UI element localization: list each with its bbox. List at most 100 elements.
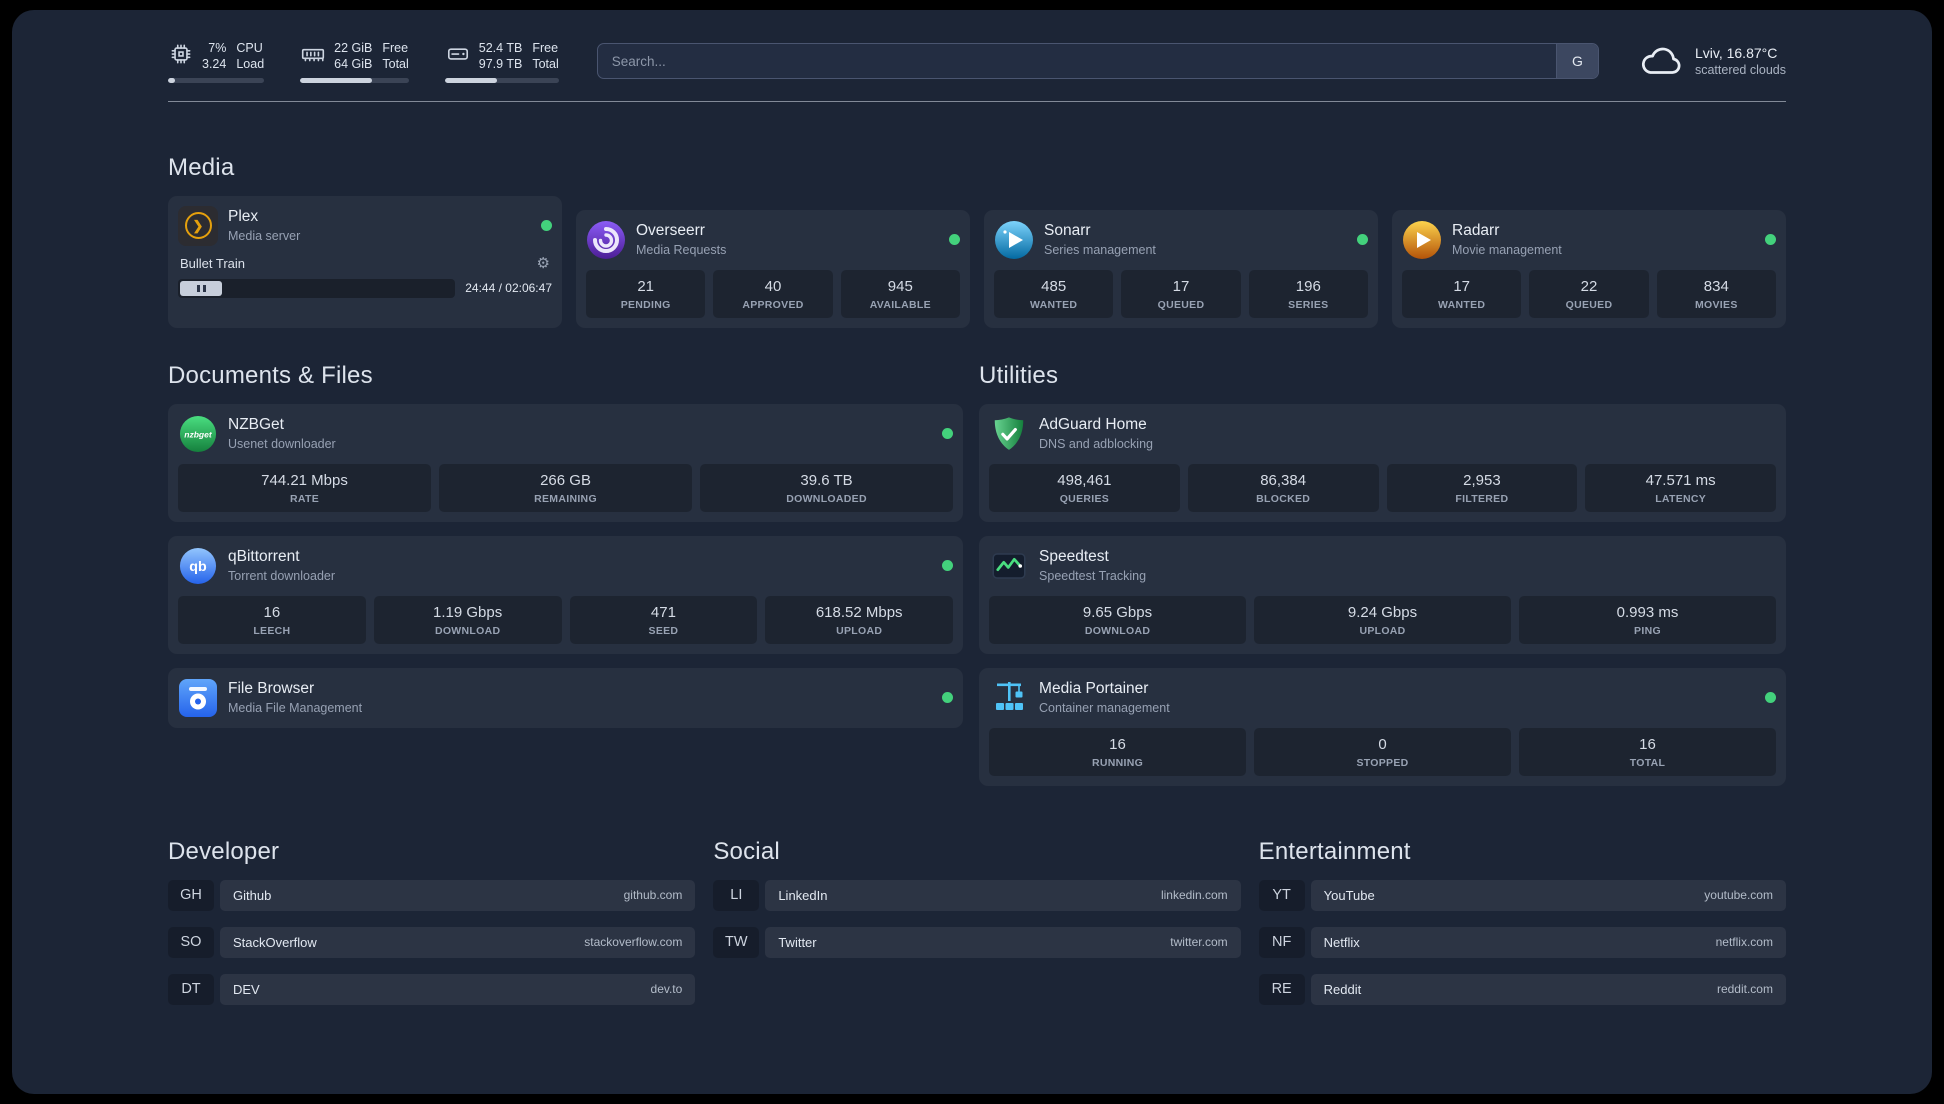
stat: 2,953 FILTERED	[1386, 463, 1578, 512]
service-name: Sonarr	[1044, 222, 1091, 239]
stat-label: MOVIES	[1694, 298, 1738, 311]
stat-value: 16	[1109, 735, 1126, 753]
utilities-section-title: Utilities	[979, 361, 1059, 389]
stat-label: PING	[1634, 624, 1661, 637]
memory-free-label: Free	[382, 41, 409, 55]
stat: 498,461 QUERIES	[989, 463, 1180, 512]
stat: 9.65 Gbps DOWNLOAD	[989, 595, 1247, 644]
bookmark-link-reddit[interactable]: Reddit reddit.com	[1310, 973, 1786, 1005]
stat-value: 39.6 TB	[800, 471, 853, 489]
stat-label: TOTAL	[1629, 756, 1666, 769]
speedtest-card[interactable]: Speedtest Speedtest Tracking 9.65 Gbps D…	[979, 535, 1786, 654]
stat-value: 945	[887, 277, 913, 295]
stat-label: LATENCY	[1655, 492, 1707, 505]
stat-value: 1.19 Gbps	[433, 603, 503, 621]
stat: 40 APPROVED	[713, 269, 833, 318]
stat-value: 22	[1580, 277, 1598, 295]
pause-button[interactable]	[180, 280, 222, 296]
portainer-icon	[989, 678, 1029, 718]
service-desc: Media File Management	[228, 701, 363, 715]
adguard-card[interactable]: AdGuard Home DNS and adblocking 498,461 …	[979, 403, 1786, 522]
memory-icon	[302, 48, 325, 62]
bookmark-link-youtube[interactable]: YouTube youtube.com	[1310, 879, 1786, 911]
sonarr-card[interactable]: Sonarr Series management 485 WANTED 17 Q…	[984, 209, 1378, 328]
bookmark-abbr: RE	[1258, 973, 1305, 1005]
bookmark-name: Twitter	[778, 934, 817, 950]
filebrowser-card[interactable]: File Browser Media File Management	[168, 667, 964, 728]
bookmark-row: TW Twitter twitter.com	[713, 926, 1241, 958]
section-utilities: Utilities AdGuard Home DNS and adblockin…	[979, 362, 1786, 786]
bookmark-url: dev.to	[650, 982, 683, 996]
service-desc: Media server	[228, 229, 301, 243]
qbittorrent-card[interactable]: qb qBittorrent Torrent downloader 16 LEE…	[168, 535, 964, 654]
stat: 945 AVAILABLE	[840, 269, 960, 318]
playback-progress-bar[interactable]	[178, 278, 456, 298]
status-dot	[541, 220, 552, 231]
bookmark-link-github[interactable]: Github github.com	[220, 879, 696, 911]
playback-time: 24:44 / 02:06:47	[465, 281, 552, 295]
bookmark-link-netflix[interactable]: Netflix netflix.com	[1310, 926, 1786, 958]
bookmark-link-dev[interactable]: DEV dev.to	[220, 973, 696, 1005]
cpu-label: CPU	[236, 41, 263, 55]
search-provider-button[interactable]: G	[1555, 44, 1598, 79]
stat-value: 17	[1453, 277, 1470, 295]
stat: 86,384 BLOCKED	[1187, 463, 1379, 512]
bookmark-name: LinkedIn	[778, 887, 828, 903]
stat-value: 86,384	[1260, 471, 1307, 489]
memory-widget: 22 GiB 64 GiB Free Total	[300, 40, 409, 83]
stat-label: WANTED	[1030, 298, 1078, 311]
stat: 471 SEED	[569, 595, 758, 644]
stat-label: QUEUED	[1565, 298, 1613, 311]
radarr-card[interactable]: Radarr Movie management 17 WANTED 22 QUE…	[1392, 209, 1786, 328]
status-dot	[949, 234, 960, 245]
stat-value: 21	[637, 277, 654, 295]
status-dot	[1357, 234, 1368, 245]
bookmark-url: twitter.com	[1170, 935, 1228, 949]
stat: 9.24 Gbps UPLOAD	[1254, 595, 1511, 644]
bookmark-name: YouTube	[1323, 887, 1375, 903]
memory-progress-track	[300, 77, 409, 83]
weather-widget: Lviv, 16.87°C scattered clouds	[1639, 43, 1786, 79]
status-dot	[942, 692, 954, 703]
disk-progress-track	[444, 77, 559, 83]
resource-widgets: 7% 3.24 CPU Load 22 GiB 64 GiB Free Tota…	[168, 40, 559, 83]
nzbget-card[interactable]: nzbget NZBGet Usenet downloader 744.21 M…	[168, 403, 964, 522]
overseerr-card[interactable]: Overseerr Media Requests 21 PENDING 40 A…	[576, 209, 970, 328]
gear-icon[interactable]: ⚙	[537, 256, 550, 271]
weather-location: Lviv, 16.87°C	[1694, 45, 1778, 62]
service-desc: Usenet downloader	[228, 437, 336, 451]
stat-value: 16	[263, 603, 281, 621]
stat: 39.6 TB DOWNLOADED	[700, 463, 954, 512]
stat-label: UPLOAD	[836, 624, 883, 637]
stat: 618.52 Mbps UPLOAD	[765, 595, 954, 644]
stat-label: DOWNLOAD	[434, 624, 501, 637]
stat-label: UPLOAD	[1359, 624, 1406, 637]
service-name: Speedtest	[1039, 548, 1109, 565]
disk-total: 97.9 TB	[478, 57, 523, 72]
stat: 17 WANTED	[1402, 269, 1522, 318]
cpu-icon	[171, 44, 191, 64]
service-name: File Browser	[228, 680, 315, 697]
bookmark-row: SO StackOverflow stackoverflow.com	[168, 926, 696, 958]
service-desc: Media Requests	[636, 243, 727, 257]
plex-card[interactable]: ❯ Plex Media server Bullet Train ⚙ 24:44…	[168, 195, 562, 328]
weather-condition: scattered clouds	[1694, 63, 1786, 78]
stat-value: 744.21 Mbps	[261, 471, 348, 489]
bookmark-link-linkedin[interactable]: LinkedIn linkedin.com	[765, 879, 1241, 911]
stat: 266 GB REMAINING	[439, 463, 693, 512]
stat: 47.571 ms LATENCY	[1585, 463, 1777, 512]
bookmark-link-twitter[interactable]: Twitter twitter.com	[765, 926, 1241, 958]
stat-value: 16	[1639, 735, 1656, 753]
stat-label: REMAINING	[534, 492, 597, 505]
portainer-card[interactable]: Media Portainer Container management 16 …	[979, 667, 1786, 786]
bookmark-link-stackoverflow[interactable]: StackOverflow stackoverflow.com	[220, 926, 696, 958]
bookmark-abbr: NF	[1258, 926, 1305, 958]
disk-total-label: Total	[532, 57, 559, 72]
cpu-progress-track	[168, 77, 265, 83]
search-input[interactable]	[597, 44, 1556, 79]
stat-label: PENDING	[620, 298, 671, 311]
bookmark-row: LI LinkedIn linkedin.com	[713, 879, 1241, 911]
section-developer: Developer GH Github github.com SO StackO…	[168, 838, 696, 1021]
section-entertainment: Entertainment YT YouTube youtube.com NF …	[1258, 838, 1786, 1021]
adguard-icon	[989, 414, 1029, 454]
